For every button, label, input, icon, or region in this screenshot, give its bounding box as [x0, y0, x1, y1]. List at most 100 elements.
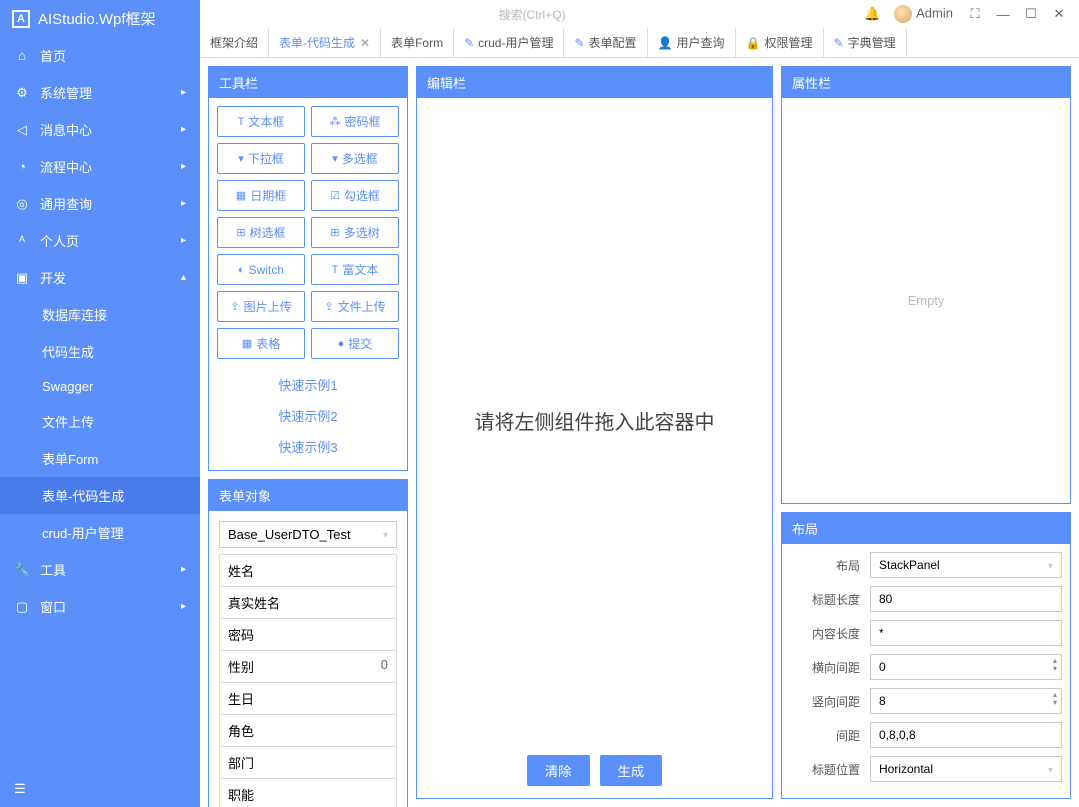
spinner-icon[interactable]: ▴▾ [1053, 691, 1057, 707]
spinner-icon[interactable]: ▴▾ [1053, 657, 1057, 673]
sidebar-item-6[interactable]: ▣开发▴ [0, 259, 200, 296]
sidebar-sub-6-6[interactable]: crud-用户管理 [0, 514, 200, 551]
editor-column: 编辑栏 请将左侧组件拖入此容器中 清除 生成 [416, 66, 773, 799]
nav-icon: ◔ [14, 159, 30, 174]
chevron-icon: ▸ [181, 601, 186, 612]
tool-icon: T [332, 264, 339, 276]
tab-3[interactable]: ✎crud-用户管理 [454, 28, 564, 57]
form-field-0[interactable]: 姓名 [219, 554, 397, 587]
sidebar-sub-6-3[interactable]: 文件上传 [0, 403, 200, 440]
maximize-icon[interactable]: ☐ [1017, 6, 1045, 22]
tab-icon: ✎ [834, 36, 844, 50]
tab-7[interactable]: ✎字典管理 [824, 28, 907, 57]
chevron-down-icon: ▾ [383, 530, 388, 541]
tool-4[interactable]: ▦日期框 [217, 180, 305, 211]
close-icon[interactable]: ✕ [1045, 6, 1073, 22]
sidebar-item-0[interactable]: ⌂首页 [0, 37, 200, 74]
tool-8[interactable]: ◐Switch [217, 254, 305, 285]
tab-icon: 🔒 [746, 36, 761, 50]
form-field-4[interactable]: 生日 [219, 683, 397, 715]
sidebar-collapse-button[interactable]: ☰ [0, 771, 200, 807]
form-field-7[interactable]: 职能 [219, 779, 397, 807]
layout-input-2[interactable]: * [870, 620, 1062, 646]
chevron-down-icon: ▾ [1048, 765, 1053, 776]
tool-6[interactable]: ⊞树选框 [217, 217, 305, 248]
sidebar-sub-6-4[interactable]: 表单Form [0, 440, 200, 477]
sidebar-item-1[interactable]: ⚙系统管理▸ [0, 74, 200, 111]
nav-icon: ▢ [14, 599, 30, 615]
layout-input-4[interactable]: 8▴▾ [870, 688, 1062, 714]
form-field-6[interactable]: 部门 [219, 747, 397, 779]
tab-4[interactable]: ✎表单配置 [564, 28, 647, 57]
tool-3[interactable]: ▾多选框 [311, 143, 399, 174]
nav-icon: ⚙ [14, 85, 30, 101]
sidebar-sub-6-0[interactable]: 数据库连接 [0, 296, 200, 333]
form-field-5[interactable]: 角色 [219, 715, 397, 747]
app-logo-row: A AIStudio.Wpf框架 [0, 0, 200, 37]
tool-10[interactable]: ⇪图片上传 [217, 291, 305, 322]
tool-9[interactable]: T富文本 [311, 254, 399, 285]
sidebar-sub-6-5[interactable]: 表单-代码生成 [0, 477, 200, 514]
layout-input-1[interactable]: 80 [870, 586, 1062, 612]
tool-icon: ⁂ [329, 115, 340, 128]
example-link-1[interactable]: 快速示例2 [217, 400, 399, 431]
chevron-icon: ▸ [181, 235, 186, 246]
left-column: 工具栏 T文本框⁂密码框▾下拉框▾多选框▦日期框☑勾选框⊞树选框⊞多选树◐Swi… [208, 66, 408, 799]
layout-title: 布局 [782, 513, 1070, 544]
form-object-select[interactable]: Base_UserDTO_Test ▾ [219, 521, 397, 548]
tool-11[interactable]: ⇪文件上传 [311, 291, 399, 322]
tool-7[interactable]: ⊞多选树 [311, 217, 399, 248]
avatar [894, 5, 912, 23]
sidebar-item-2[interactable]: ◁消息中心▸ [0, 111, 200, 148]
form-field-3[interactable]: 性别0 [219, 651, 397, 683]
tool-grid: T文本框⁂密码框▾下拉框▾多选框▦日期框☑勾选框⊞树选框⊞多选树◐SwitchT… [217, 106, 399, 359]
editor-title: 编辑栏 [417, 67, 772, 98]
tabs: 框架介绍表单-代码生成✕表单Form✎crud-用户管理✎表单配置👤用户查询🔒权… [200, 28, 1079, 58]
layout-input-6[interactable]: Horizontal▾ [870, 756, 1062, 782]
layout-panel: 布局 布局StackPanel▾标题长度80内容长度*横向间距0▴▾竖向间距8▴… [781, 512, 1071, 799]
sidebar-item-5[interactable]: ᴬ个人页▸ [0, 222, 200, 259]
tool-2[interactable]: ▾下拉框 [217, 143, 305, 174]
generate-button[interactable]: 生成 [600, 755, 663, 786]
sidebar-item-3[interactable]: ◔流程中心▸ [0, 148, 200, 185]
tool-5[interactable]: ☑勾选框 [311, 180, 399, 211]
tab-icon: 👤 [658, 36, 673, 50]
sidebar-item-8[interactable]: ▢窗口▸ [0, 588, 200, 625]
tool-0[interactable]: T文本框 [217, 106, 305, 137]
tool-12[interactable]: ▦表格 [217, 328, 305, 359]
minimize-icon[interactable]: — [989, 7, 1017, 22]
layout-input-5[interactable]: 0,8,0,8 [870, 722, 1062, 748]
fullscreen-icon[interactable]: ⛶ [961, 6, 989, 22]
sidebar-sub-6-1[interactable]: 代码生成 [0, 333, 200, 370]
nav-icon: ⌂ [14, 48, 30, 63]
tab-1[interactable]: 表单-代码生成✕ [269, 28, 381, 57]
close-tab-icon[interactable]: ✕ [360, 36, 370, 50]
nav-icon: ◁ [14, 122, 30, 138]
tab-5[interactable]: 👤用户查询 [648, 28, 736, 57]
editor-dropzone[interactable]: 请将左侧组件拖入此容器中 [417, 98, 772, 743]
form-field-2[interactable]: 密码 [219, 619, 397, 651]
layout-input-0[interactable]: StackPanel▾ [870, 552, 1062, 578]
sidebar-item-4[interactable]: ◎通用查询▸ [0, 185, 200, 222]
layout-input-3[interactable]: 0▴▾ [870, 654, 1062, 680]
tab-6[interactable]: 🔒权限管理 [736, 28, 824, 57]
user-menu[interactable]: Admin [886, 5, 961, 23]
clear-button[interactable]: 清除 [527, 755, 590, 786]
tab-2[interactable]: 表单Form [381, 28, 454, 57]
chevron-icon: ▸ [181, 198, 186, 209]
tool-icon: ▦ [242, 337, 252, 350]
property-empty: Empty [782, 98, 1070, 503]
tool-icon: ▦ [236, 189, 246, 202]
sidebar-item-7[interactable]: 🔧工具▸ [0, 551, 200, 588]
form-field-1[interactable]: 真实姓名 [219, 587, 397, 619]
tool-13[interactable]: ●提交 [311, 328, 399, 359]
global-search[interactable]: 搜索(Ctrl+Q) [206, 6, 858, 23]
example-link-0[interactable]: 快速示例1 [217, 369, 399, 400]
notifications-icon[interactable]: 🔔 [858, 6, 886, 22]
example-link-2[interactable]: 快速示例3 [217, 431, 399, 462]
tool-1[interactable]: ⁂密码框 [311, 106, 399, 137]
chevron-icon: ▸ [181, 87, 186, 98]
tab-0[interactable]: 框架介绍 [200, 28, 269, 57]
sidebar-sub-6-2[interactable]: Swagger [0, 370, 200, 403]
nav-icon: ᴬ [14, 233, 30, 248]
